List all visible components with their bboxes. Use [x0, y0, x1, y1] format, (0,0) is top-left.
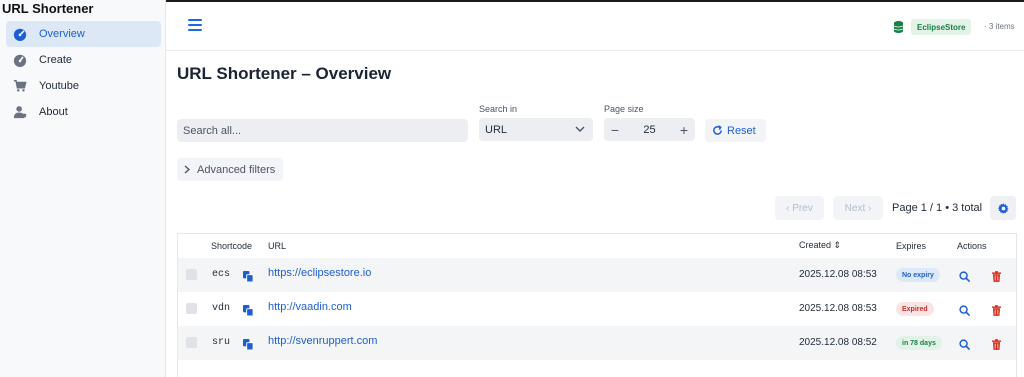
copy-icon[interactable] [243, 269, 254, 287]
sidebar-item-overview[interactable]: Overview [6, 21, 161, 47]
advanced-filters-toggle[interactable]: Advanced filters [177, 158, 283, 181]
shortcode-cell: ecs [212, 269, 231, 280]
shortcode-cell: sru [212, 337, 231, 348]
copy-icon[interactable] [243, 337, 254, 355]
sidebar-item-label: Create [39, 54, 73, 66]
user-icon [12, 104, 28, 120]
page-title: URL Shortener – Overview [177, 64, 392, 83]
app-title: URL Shortener [2, 1, 94, 16]
column-header-expires: Expires [896, 241, 927, 251]
sidebar-item-label: About [39, 106, 68, 118]
prev-page-button[interactable]: ‹ Prev [775, 196, 824, 220]
table-row: sru http://svenruppert.com 2025.12.08 08… [178, 326, 1016, 360]
sidebar-item-create[interactable]: Create [6, 47, 161, 73]
gear-icon [997, 202, 1009, 214]
created-cell: 2025.12.08 08:53 [799, 303, 877, 314]
search-in-select[interactable]: URL [479, 118, 593, 141]
trash-icon[interactable] [992, 269, 1001, 287]
url-link[interactable]: http://svenruppert.com [268, 335, 377, 347]
copy-icon[interactable] [243, 303, 254, 321]
trash-icon[interactable] [992, 337, 1001, 355]
search-in-value: URL [485, 123, 508, 136]
menu-toggle-icon[interactable] [188, 19, 202, 31]
next-page-button[interactable]: Next › [833, 196, 883, 220]
sidebar-item-about[interactable]: About [6, 99, 161, 125]
search-input[interactable] [177, 119, 468, 142]
expiry-badge: Expired [896, 302, 934, 316]
advanced-filters-label: Advanced filters [197, 163, 276, 176]
search-in-label: Search in [479, 104, 518, 114]
sidebar-nav: Overview Create Youtube About [6, 21, 161, 125]
store-badge: EclipseStore [911, 19, 972, 35]
reset-button[interactable]: Reset [705, 119, 766, 142]
row-checkbox[interactable] [186, 269, 197, 280]
url-link[interactable]: http://vaadin.com [268, 301, 352, 313]
decrement-button[interactable]: − [604, 122, 626, 138]
column-header-created[interactable]: Created ⇕ [799, 240, 841, 251]
urls-table: Shortcode URL Created ⇕ Expires Actions … [177, 233, 1017, 377]
url-link[interactable]: https://eclipsestore.io [268, 267, 371, 279]
expiry-badge: in 78 days [896, 336, 942, 350]
sidebar-item-youtube[interactable]: Youtube [6, 73, 161, 99]
reset-icon [713, 125, 722, 135]
trash-icon[interactable] [992, 303, 1001, 321]
table-row: ecs https://eclipsestore.io 2025.12.08 0… [178, 258, 1016, 292]
gauge-icon [12, 52, 28, 68]
settings-button[interactable] [990, 196, 1016, 220]
database-icon [893, 20, 904, 38]
column-header-url: URL [268, 241, 287, 251]
chevron-right-icon [184, 165, 190, 174]
page-size-label: Page size [604, 104, 644, 114]
pagination-info: Page 1 / 1 • 3 total [892, 202, 983, 214]
top-header: EclipseStore · 3 items [166, 2, 1024, 51]
sidebar-item-label: Youtube [39, 80, 79, 92]
sidebar: URL Shortener Overview Create Youtube Ab… [0, 0, 166, 377]
column-header-shortcode: Shortcode [211, 241, 253, 251]
page-size-stepper: − 25 + [604, 118, 695, 141]
search-icon[interactable] [959, 337, 970, 355]
items-count: · 3 items [984, 22, 1015, 31]
dashboard-icon [12, 26, 28, 42]
table-row: vdn http://vaadin.com 2025.12.08 08:53 E… [178, 292, 1016, 326]
column-header-actions: Actions [957, 241, 987, 251]
created-cell: 2025.12.08 08:53 [799, 269, 877, 280]
search-icon[interactable] [959, 303, 970, 321]
sidebar-item-label: Overview [39, 28, 85, 40]
search-icon[interactable] [959, 269, 970, 287]
expiry-badge: No expiry [896, 268, 940, 282]
created-cell: 2025.12.08 08:52 [799, 337, 877, 348]
row-checkbox[interactable] [186, 303, 197, 314]
shortcode-cell: vdn [212, 303, 231, 314]
reset-label: Reset [727, 124, 756, 137]
increment-button[interactable]: + [673, 122, 695, 138]
page-size-value[interactable]: 25 [626, 124, 673, 136]
chevron-down-icon [575, 124, 585, 137]
cart-icon [12, 78, 28, 94]
row-checkbox[interactable] [186, 337, 197, 348]
